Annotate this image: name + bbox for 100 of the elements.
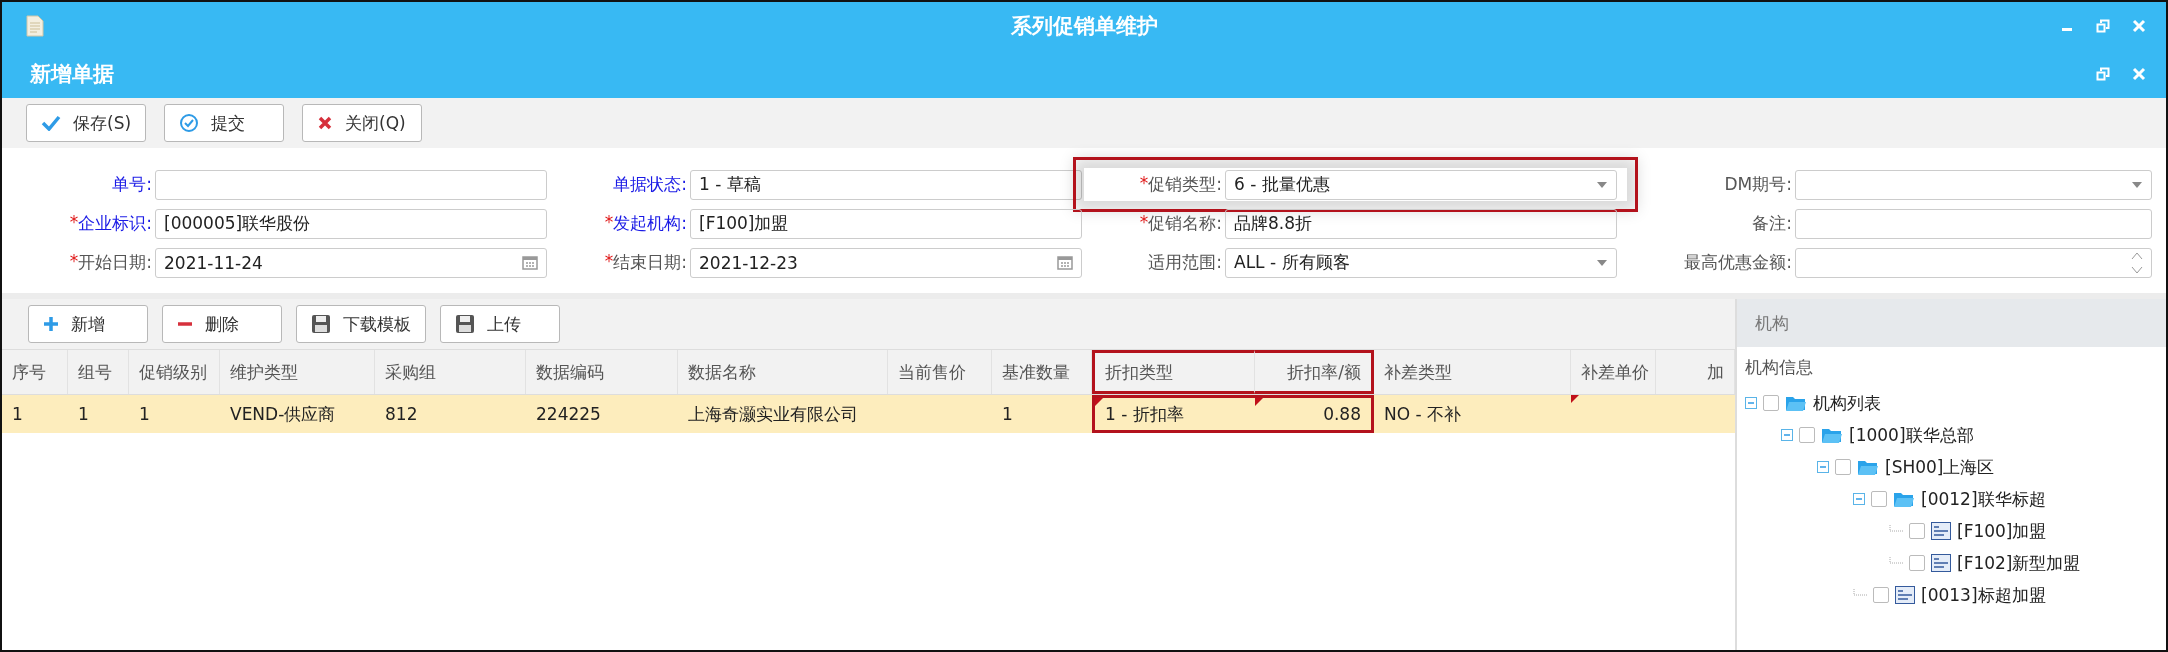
dropdown-caret-icon: [2131, 180, 2143, 189]
checkbox[interactable]: [1909, 523, 1925, 539]
column-header[interactable]: 折扣类型: [1092, 350, 1255, 394]
field-label: 适用范围:: [1148, 251, 1222, 274]
required-mark: *: [69, 251, 79, 273]
checkbox[interactable]: [1871, 491, 1887, 507]
folder-icon: [1785, 394, 1807, 412]
column-header[interactable]: 基准数量: [992, 350, 1092, 394]
table-cell: 0.88: [1323, 404, 1361, 424]
collapse-toggle-icon[interactable]: [1853, 493, 1865, 505]
grid-toolbar-button[interactable]: 下载模板: [296, 305, 426, 343]
toolbar-button[interactable]: 关闭(Q): [302, 104, 423, 142]
table-cell: 1: [1002, 404, 1013, 424]
field-label: 企业标识:: [78, 212, 152, 235]
column-header[interactable]: 采购组: [375, 350, 526, 394]
column-header[interactable]: 加: [1656, 350, 1735, 394]
toolbar-button[interactable]: 提交: [164, 104, 285, 142]
check-circle-icon: [179, 113, 200, 133]
tree-item[interactable]: [0013]标超加盟: [1921, 583, 2046, 607]
close-icon[interactable]: [2132, 67, 2146, 81]
input-field[interactable]: [F100]加盟: [690, 208, 1082, 239]
required-mark: *: [1139, 212, 1149, 234]
tree-item[interactable]: 机构列表: [1813, 391, 1881, 415]
table-cell: 上海奇灏实业有限公司: [688, 402, 858, 426]
panel-subtitle: 机构信息: [1745, 355, 1813, 379]
input-field[interactable]: [000005]联华股份: [155, 208, 547, 239]
table-cell: 224225: [536, 404, 601, 424]
restore-icon[interactable]: [2096, 67, 2110, 81]
toolbar-button[interactable]: 保存(S): [26, 104, 147, 142]
required-mark: *: [1139, 173, 1149, 195]
column-header[interactable]: 数据编码: [526, 350, 678, 394]
grid-toolbar-button[interactable]: 删除: [162, 305, 282, 343]
table-cell: 1: [139, 404, 150, 424]
field-label: 促销类型:: [1148, 173, 1222, 196]
tree-item[interactable]: [SH00]上海区: [1885, 455, 1995, 479]
sub-window-title: 新增单据: [30, 61, 114, 88]
collapse-toggle-icon[interactable]: [1817, 461, 1829, 473]
field-label: 单号:: [112, 173, 152, 196]
table-cell: NO - 不补: [1384, 402, 1462, 426]
input-field[interactable]: 6 - 批量优惠: [1225, 169, 1617, 200]
required-mark: *: [69, 212, 79, 234]
column-header[interactable]: 数据名称: [678, 350, 888, 394]
field-label: 结束日期:: [613, 251, 687, 274]
column-header[interactable]: 补差单价: [1571, 350, 1656, 394]
close-icon[interactable]: [2132, 19, 2146, 33]
calendar-icon: [1057, 255, 1073, 270]
checkbox[interactable]: [1763, 395, 1779, 411]
input-field[interactable]: [1795, 169, 2152, 200]
checkbox[interactable]: [1835, 459, 1851, 475]
list-card-icon: [1931, 554, 1951, 572]
grid-toolbar-button[interactable]: 新增: [28, 305, 148, 343]
tree-item[interactable]: [F100]加盟: [1957, 519, 2047, 543]
column-header[interactable]: 组号: [68, 350, 129, 394]
folder-icon: [1821, 426, 1843, 444]
check-icon: [41, 115, 61, 131]
folder-icon: [1857, 458, 1879, 476]
table-row[interactable]: 1 1 1 VEND-供应商 812 224225 上海奇灏实业有限公司 1 1 - 折扣率 0.88 NO - 不补: [2, 395, 1735, 433]
column-header[interactable]: 维护类型: [220, 350, 375, 394]
restore-icon[interactable]: [2096, 19, 2110, 33]
input-field[interactable]: [155, 169, 547, 200]
field-label: DM期号:: [1724, 173, 1792, 196]
table-cell: 812: [385, 404, 418, 424]
tree-item[interactable]: [0012]联华标超: [1921, 487, 2046, 511]
plus-icon: [43, 316, 59, 332]
checkbox[interactable]: [1909, 555, 1925, 571]
folder-icon: [1893, 490, 1915, 508]
tree-item[interactable]: [1000]联华总部: [1849, 423, 1974, 447]
input-field[interactable]: 品牌8.8折: [1225, 208, 1617, 239]
document-icon: [26, 15, 44, 37]
list-card-icon: [1931, 522, 1951, 540]
input-field[interactable]: [1795, 208, 2152, 239]
input-field[interactable]: 1 - 草稿: [690, 169, 1082, 200]
collapse-toggle-icon[interactable]: [1745, 397, 1757, 409]
required-mark: *: [604, 251, 614, 273]
column-header[interactable]: 折扣率/额: [1255, 350, 1374, 394]
field-label: 最高优惠金额:: [1684, 251, 1792, 274]
field-label: 促销名称:: [1148, 212, 1222, 235]
collapse-toggle-icon[interactable]: [1781, 429, 1793, 441]
tree-item[interactable]: [F102]新型加盟: [1957, 551, 2081, 575]
calendar-icon: [522, 255, 538, 270]
column-header[interactable]: 促销级别: [129, 350, 220, 394]
checkbox[interactable]: [1799, 427, 1815, 443]
column-header[interactable]: 序号: [2, 350, 68, 394]
input-field[interactable]: ALL - 所有顾客: [1225, 247, 1617, 278]
table-cell: 1: [78, 404, 89, 424]
input-field[interactable]: [1795, 247, 2152, 278]
column-header[interactable]: 补差类型: [1374, 350, 1571, 394]
checkbox[interactable]: [1873, 587, 1889, 603]
required-mark: *: [604, 212, 614, 234]
panel-title: 机构: [1755, 311, 1789, 335]
field-label: 单据状态:: [613, 173, 687, 196]
column-header[interactable]: 当前售价: [888, 350, 992, 394]
field-label: 开始日期:: [78, 251, 152, 274]
field-label: 发起机构:: [613, 212, 687, 235]
dropdown-caret-icon: [1596, 258, 1608, 267]
grid-toolbar-button[interactable]: 上传: [440, 305, 560, 343]
input-field[interactable]: 2021-12-23: [690, 247, 1082, 278]
list-card-icon: [1895, 586, 1915, 604]
input-field[interactable]: 2021-11-24: [155, 247, 547, 278]
field-label: 备注:: [1752, 212, 1792, 235]
